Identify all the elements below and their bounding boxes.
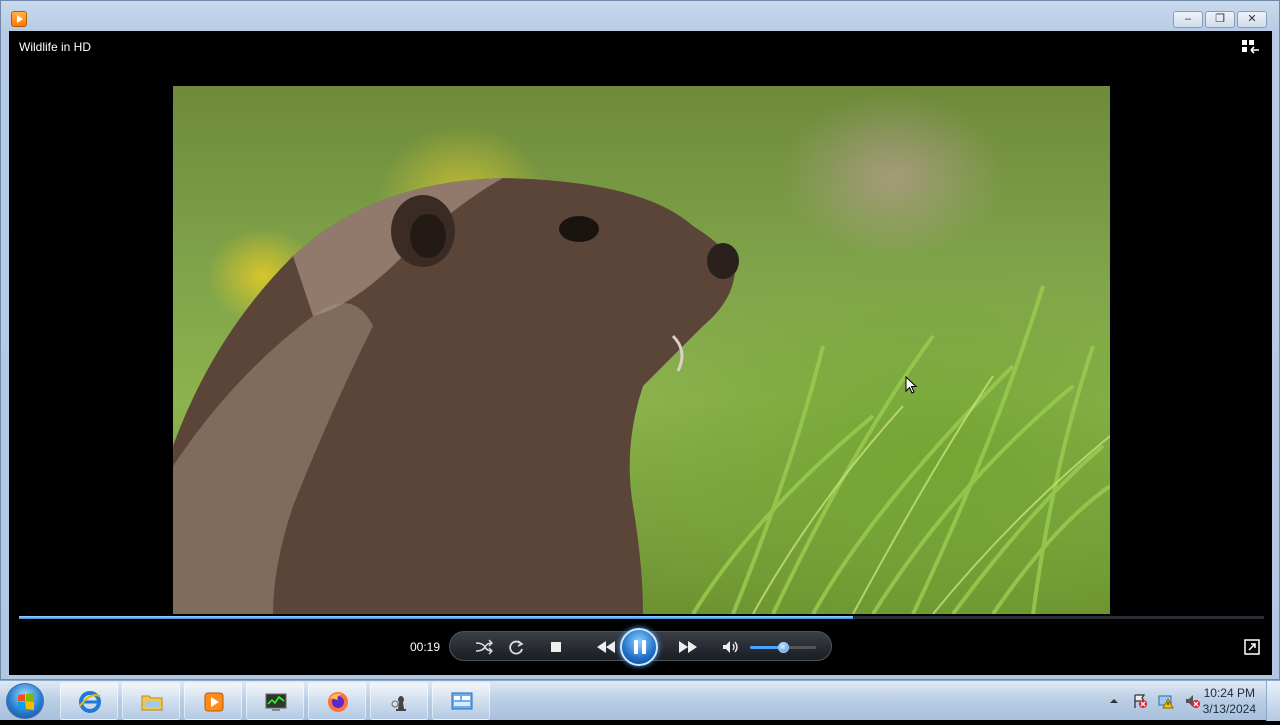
task-manager-icon bbox=[265, 693, 287, 711]
previous-icon[interactable] bbox=[594, 638, 618, 656]
volume-muted-icon[interactable] bbox=[1184, 693, 1200, 709]
mouse-cursor-icon bbox=[905, 376, 917, 394]
stop-icon[interactable] bbox=[546, 638, 566, 656]
video-content bbox=[173, 178, 1110, 614]
taskbar-internet-explorer[interactable] bbox=[60, 682, 118, 720]
repeat-icon[interactable] bbox=[506, 638, 526, 656]
seek-bar[interactable] bbox=[19, 616, 1264, 619]
video-title: Wildlife in HD bbox=[19, 40, 92, 54]
internet-explorer-icon bbox=[79, 691, 101, 713]
file-explorer-icon bbox=[141, 695, 163, 711]
start-button[interactable] bbox=[6, 683, 44, 719]
elapsed-time: 00:19 bbox=[410, 640, 441, 654]
firefox-icon bbox=[328, 692, 348, 712]
taskbar: 10:24 PM 3/13/2024 bbox=[0, 680, 1280, 721]
switch-to-library-icon[interactable] bbox=[1242, 40, 1260, 54]
taskbar-media-player[interactable] bbox=[184, 682, 242, 720]
title-bar[interactable]: – ❐ ✕ bbox=[1, 1, 1279, 31]
player-stage: Wildlife in HD 00:19 bbox=[9, 31, 1272, 675]
control-panel-icon bbox=[451, 692, 473, 710]
seek-bar-fill bbox=[19, 616, 854, 619]
chess-icon bbox=[391, 696, 406, 711]
taskbar-file-explorer[interactable] bbox=[122, 682, 180, 720]
next-icon[interactable] bbox=[676, 638, 700, 656]
action-center-icon[interactable] bbox=[1132, 693, 1148, 709]
fullscreen-icon[interactable] bbox=[1244, 639, 1260, 655]
volume-icon[interactable] bbox=[720, 638, 740, 656]
taskbar-control-panel[interactable] bbox=[432, 682, 490, 720]
playback-controls bbox=[449, 628, 832, 666]
video-frame[interactable] bbox=[173, 86, 1110, 614]
minimize-button[interactable]: – bbox=[1173, 11, 1203, 28]
windows-logo-icon bbox=[18, 693, 34, 710]
media-player-icon bbox=[11, 11, 27, 27]
media-player-window: – ❐ ✕ Wildlife in HD 00:19 bbox=[0, 0, 1280, 680]
shuffle-icon[interactable] bbox=[474, 638, 494, 656]
clock-date: 3/13/2024 bbox=[1202, 702, 1256, 716]
play-pause-button[interactable] bbox=[620, 628, 658, 666]
taskbar-chess[interactable] bbox=[370, 682, 428, 720]
media-player-icon bbox=[204, 692, 224, 712]
volume-slider-knob[interactable] bbox=[778, 642, 789, 653]
taskbar-firefox[interactable] bbox=[308, 682, 366, 720]
restore-button[interactable]: ❐ bbox=[1205, 11, 1235, 28]
network-warning-icon[interactable] bbox=[1158, 693, 1174, 709]
show-hidden-icons-icon[interactable] bbox=[1106, 693, 1122, 709]
system-tray bbox=[1106, 693, 1200, 709]
show-desktop-button[interactable] bbox=[1266, 681, 1280, 721]
clock-time: 10:24 PM bbox=[1203, 686, 1255, 700]
close-button[interactable]: ✕ bbox=[1237, 11, 1267, 28]
taskbar-clock[interactable]: 10:24 PM 3/13/2024 bbox=[1203, 685, 1256, 717]
taskbar-task-manager[interactable] bbox=[246, 682, 304, 720]
window-controls: – ❐ ✕ bbox=[1173, 11, 1267, 28]
volume-slider[interactable] bbox=[750, 642, 816, 653]
